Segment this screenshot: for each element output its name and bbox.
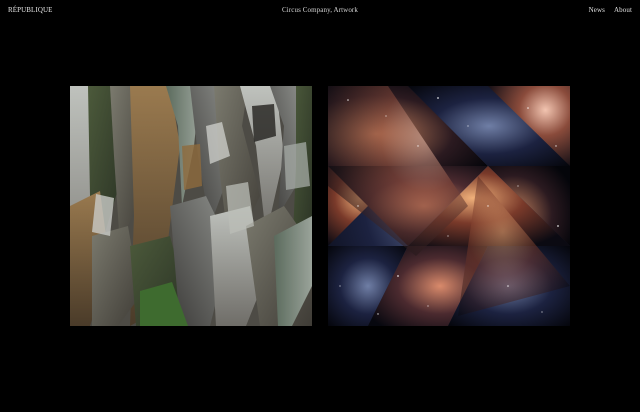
top-navigation: RÉPUBLIQUE Circus Company, Artwork News … — [0, 6, 640, 18]
artwork-rock-collage[interactable] — [70, 86, 312, 326]
nav-link-news[interactable]: News — [589, 6, 605, 14]
rock-mosaic-artwork — [70, 86, 312, 326]
artwork-nebula-collage[interactable] — [328, 86, 570, 326]
page-title[interactable]: Circus Company, Artwork — [0, 6, 640, 14]
nav-link-about[interactable]: About — [614, 6, 632, 14]
nav-links: News About — [589, 6, 632, 14]
nebula-triangles-artwork — [328, 86, 570, 326]
